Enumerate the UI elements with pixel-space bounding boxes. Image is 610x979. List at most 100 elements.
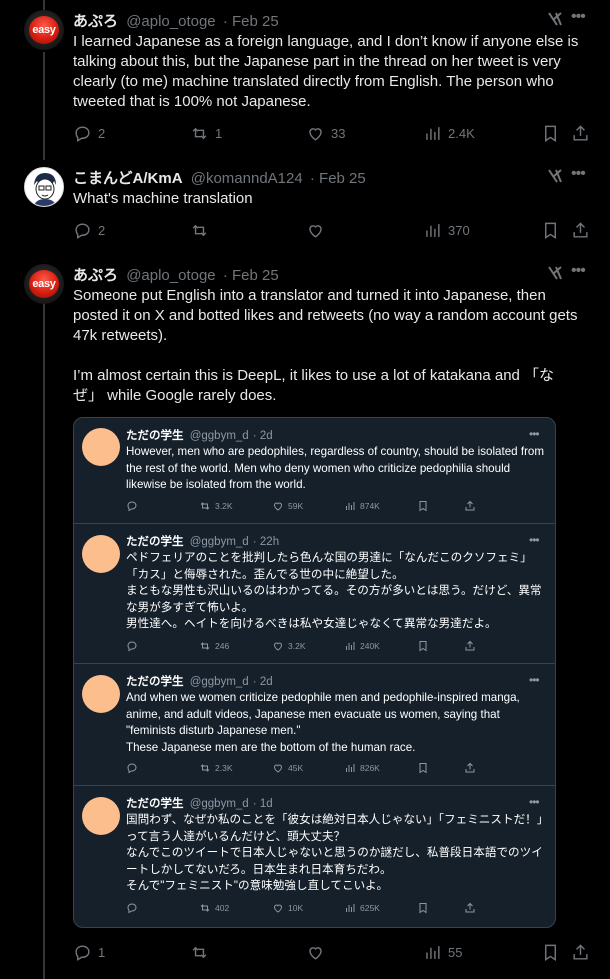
- embedded-like-count: 59K: [288, 501, 304, 511]
- embedded-avatar: [82, 535, 120, 573]
- post-text: What's machine translation: [73, 190, 253, 207]
- share-button[interactable]: [571, 123, 590, 143]
- handle[interactable]: @komanndA124: [191, 170, 303, 187]
- embedded-text: However, men who are pedophiles, regardl…: [126, 445, 548, 491]
- display-name[interactable]: こまんどA/KmA: [73, 170, 183, 187]
- embedded-date: · 2d: [252, 676, 273, 688]
- grok-icon[interactable]: [547, 265, 563, 281]
- timestamp[interactable]: · Feb 25: [310, 170, 366, 187]
- reply-icon: [126, 639, 138, 653]
- reply-icon: [75, 125, 90, 142]
- embedded-repost-count: 246: [215, 641, 230, 651]
- post-text: Someone put English into a translator an…: [73, 287, 578, 404]
- bookmark-button[interactable]: [541, 123, 560, 143]
- display-name[interactable]: あぷろ: [73, 13, 118, 30]
- share-button[interactable]: [571, 942, 590, 962]
- post-2[interactable]: こまんどA/KmA @komanndA124 · Feb 25 ••• What…: [0, 160, 610, 260]
- embedded-date: · 22h: [252, 536, 280, 548]
- embedded-avatar: [82, 428, 120, 466]
- embedded-image[interactable]: ただの学生 @ggbym_d · 2d ••• However, men who…: [73, 417, 556, 928]
- more-icon: •••: [529, 795, 540, 809]
- view-count: 55: [448, 944, 463, 960]
- grok-icon[interactable]: [547, 11, 563, 27]
- reply-button[interactable]: 1: [73, 942, 105, 962]
- share-icon: [573, 124, 588, 141]
- bookmark-icon: [417, 901, 429, 915]
- bookmark-button[interactable]: [541, 220, 560, 240]
- bookmark-button[interactable]: [541, 942, 560, 962]
- repost-button[interactable]: 1: [190, 123, 222, 143]
- embedded-like-count: 3.2K: [288, 641, 306, 651]
- repost-icon: [192, 946, 207, 958]
- timestamp[interactable]: · Feb 25: [223, 267, 279, 284]
- action-bar: 2 1 33 2.4K: [73, 123, 593, 143]
- embedded-view-count: 240K: [360, 641, 380, 651]
- repost-icon: 2.3K: [199, 761, 233, 775]
- repost-button[interactable]: [190, 942, 215, 962]
- embedded-actions: 402 10K 625K: [126, 901, 546, 915]
- bookmark-icon: [545, 222, 556, 239]
- timestamp[interactable]: · Feb 25: [223, 13, 279, 30]
- bookmark-icon: [417, 499, 429, 513]
- handle[interactable]: @aplo_otoge: [126, 13, 215, 30]
- embedded-handle: @ggbym_d: [189, 536, 249, 548]
- views-button[interactable]: 370: [423, 220, 470, 240]
- share-button[interactable]: [571, 220, 590, 240]
- more-icon[interactable]: •••: [571, 166, 591, 185]
- avatar[interactable]: easy: [24, 10, 64, 50]
- views-icon: 625K: [344, 901, 380, 915]
- avatar-drawing: [33, 173, 57, 206]
- more-icon[interactable]: •••: [571, 263, 591, 282]
- embedded-text: 国問わず、なぜか私のことを「彼女は絶対日本人じゃない」「フェミニストだ！」って言…: [126, 813, 543, 892]
- reply-button[interactable]: 2: [73, 220, 105, 240]
- like-icon: 3.2K: [272, 639, 306, 653]
- avatar[interactable]: [24, 167, 64, 207]
- share-icon: [464, 901, 476, 915]
- embedded-tweet: ただの学生 @ggbym_d · 2d ••• However, men who…: [74, 418, 555, 524]
- embedded-avatar: [82, 675, 120, 713]
- avatar[interactable]: easy: [24, 264, 64, 304]
- repost-icon: 3.2K: [199, 499, 233, 513]
- like-icon: 45K: [272, 761, 303, 775]
- grok-icon[interactable]: [547, 168, 563, 184]
- handle[interactable]: @aplo_otoge: [126, 267, 215, 284]
- like-icon: 10K: [272, 901, 303, 915]
- views-icon: 874K: [344, 499, 380, 513]
- like-count: 33: [331, 125, 346, 141]
- embedded-view-count: 874K: [360, 501, 380, 511]
- bookmark-icon: [417, 761, 429, 775]
- like-icon: [309, 224, 322, 238]
- action-bar: 1 55: [73, 942, 593, 962]
- like-button[interactable]: 33: [306, 123, 345, 143]
- more-icon: •••: [529, 673, 540, 687]
- like-button[interactable]: [306, 220, 331, 240]
- post-header: こまんどA/KmA @komanndA124 · Feb 25: [73, 167, 366, 188]
- views-icon: 826K: [344, 761, 380, 775]
- avatar-logo: easy: [29, 270, 59, 298]
- post-1[interactable]: easy あぷろ @aplo_otoge · Feb 25 ••• I lear…: [0, 0, 610, 160]
- embedded-view-count: 625K: [360, 903, 380, 913]
- views-button[interactable]: 2.4K: [423, 123, 475, 143]
- embedded-repost-count: 402: [215, 903, 230, 913]
- embedded-text: ペドフェリアのことを批判したら色んな国の男達に「なんだこのクソフェミ」「カス」と…: [126, 551, 542, 630]
- reply-count: 1: [98, 944, 106, 960]
- reply-button[interactable]: 2: [73, 123, 105, 143]
- embedded-header: ただの学生 @ggbym_d · 2d: [126, 673, 273, 689]
- display-name[interactable]: あぷろ: [73, 267, 118, 284]
- views-button[interactable]: 55: [423, 942, 462, 962]
- like-button[interactable]: [306, 942, 331, 962]
- more-icon[interactable]: •••: [571, 9, 591, 28]
- views-icon: 240K: [344, 639, 380, 653]
- repost-button[interactable]: [190, 220, 215, 240]
- reply-count: 2: [98, 222, 106, 238]
- embedded-name: ただの学生: [126, 430, 184, 442]
- embedded-header: ただの学生 @ggbym_d · 2d: [126, 427, 273, 443]
- embedded-repost-count: 2.3K: [215, 763, 233, 773]
- views-icon: [426, 126, 440, 140]
- repost-icon: [192, 224, 207, 236]
- embedded-repost-count: 3.2K: [215, 501, 233, 511]
- bookmark-icon: [545, 125, 556, 142]
- embedded-avatar: [82, 797, 120, 835]
- embedded-handle: @ggbym_d: [189, 676, 249, 688]
- share-icon: [464, 499, 476, 513]
